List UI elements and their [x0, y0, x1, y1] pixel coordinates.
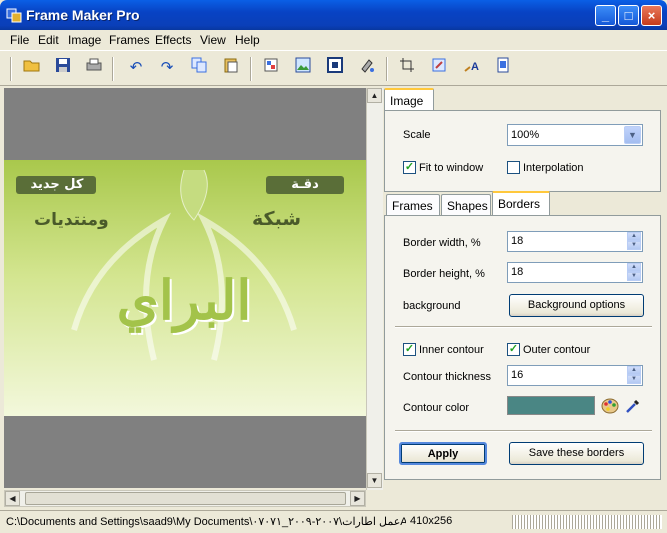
fill-icon[interactable] [356, 57, 378, 79]
eyedropper-icon[interactable] [624, 397, 642, 415]
image-tab-body: Scale 100% ▼ ✓ Fit to window Interpolati… [384, 110, 661, 192]
divider [395, 430, 652, 432]
undo-icon[interactable]: ↶ [125, 57, 147, 79]
image-logo-text: البراي [116, 268, 252, 332]
scroll-down-icon[interactable]: ▼ [367, 473, 382, 488]
resize-icon[interactable] [428, 57, 450, 79]
crop-icon[interactable] [396, 57, 418, 79]
resize-grip-icon[interactable] [512, 515, 662, 529]
contour-thickness-value: 16 [511, 369, 524, 381]
paste-icon[interactable] [220, 57, 242, 79]
contour-thickness-spinner[interactable]: 16 ▲ ▼ [507, 365, 643, 386]
image-canvas[interactable]: كل جديد دقـة ومنتديات شبكة البراي [4, 88, 366, 488]
image-tag-right: دقـة [291, 177, 319, 192]
spin-down-icon[interactable]: ▼ [627, 241, 641, 250]
redo-icon[interactable]: ↷ [156, 57, 178, 79]
save-icon[interactable] [52, 57, 74, 79]
open-folder-icon[interactable] [21, 57, 43, 79]
menu-effects[interactable]: Effects [155, 33, 191, 47]
border-height-value: 18 [511, 266, 524, 278]
menu-edit[interactable]: Edit [38, 33, 59, 47]
scale-value: 100% [511, 129, 540, 141]
text-icon[interactable]: A [460, 57, 482, 79]
inner-contour-checkbox[interactable]: ✓ [403, 343, 416, 356]
spin-up-icon[interactable]: ▲ [627, 366, 641, 375]
copy-icon[interactable] [188, 57, 210, 79]
minimize-button[interactable]: _ [595, 5, 616, 26]
palette-icon[interactable] [601, 397, 619, 415]
menu-file[interactable]: File [10, 33, 29, 47]
border-width-label: Border width, % [403, 237, 481, 249]
spin-down-icon[interactable]: ▼ [627, 272, 641, 281]
image-text-left: ومنتديات [34, 210, 109, 230]
settings-panel: Image Scale 100% ▼ ✓ Fit to window Inter… [384, 88, 663, 480]
borders-tab-body: Border width, % 18 ▲ ▼ Border height, % … [384, 215, 661, 480]
background-label: background [403, 300, 461, 312]
scale-dropdown[interactable]: 100% ▼ [507, 124, 643, 146]
scale-label: Scale [403, 129, 431, 141]
close-button[interactable]: × [641, 5, 662, 26]
svg-text:A: A [471, 61, 479, 73]
spin-down-icon[interactable]: ▼ [627, 375, 641, 384]
border-width-value: 18 [511, 235, 524, 247]
outer-contour-label[interactable]: Outer contour [523, 344, 590, 356]
frame-icon[interactable] [324, 57, 346, 79]
color-adjust-icon[interactable] [260, 57, 282, 79]
tab-shapes[interactable]: Shapes [441, 194, 491, 216]
border-height-label: Border height, % [403, 268, 485, 280]
contour-color-swatch[interactable] [507, 396, 595, 415]
menu-help[interactable]: Help [235, 33, 260, 47]
spin-up-icon[interactable]: ▲ [627, 232, 641, 241]
image-text-right: شبكة [252, 208, 302, 230]
app-icon [6, 8, 22, 23]
fit-to-window-checkbox[interactable]: ✓ [403, 161, 416, 174]
spin-up-icon[interactable]: ▲ [627, 263, 641, 272]
interpolation-label[interactable]: Interpolation [523, 162, 584, 174]
interpolation-checkbox[interactable] [507, 161, 520, 174]
image-tag-left: كل جديد [30, 177, 84, 192]
toolbar: ↶ ↷ A [0, 50, 667, 86]
status-dimensions: 410x256 [410, 515, 453, 527]
toolbar-separator [250, 57, 252, 81]
border-height-spinner[interactable]: 18 ▲ ▼ [507, 262, 643, 283]
page-icon[interactable] [492, 57, 514, 79]
save-borders-button[interactable]: Save these borders [509, 442, 644, 465]
print-icon[interactable] [83, 57, 105, 79]
scroll-left-icon[interactable]: ◀ [5, 491, 20, 506]
status-path: C:\Documents and Settings\saad9\My Docum… [6, 516, 406, 528]
menu-image[interactable]: Image [68, 33, 101, 47]
inner-contour-label[interactable]: Inner contour [419, 344, 484, 356]
divider [395, 326, 652, 328]
apply-button[interactable]: Apply [399, 442, 487, 465]
contour-thickness-label: Contour thickness [403, 371, 492, 383]
menu-view[interactable]: View [200, 33, 226, 47]
scroll-right-icon[interactable]: ▶ [350, 491, 365, 506]
outer-contour-checkbox[interactable]: ✓ [507, 343, 520, 356]
scroll-thumb[interactable] [25, 492, 346, 505]
toolbar-grip [10, 57, 12, 81]
tab-frames[interactable]: Frames [386, 194, 440, 216]
title-bar[interactable]: Frame Maker Pro _ □ × [0, 0, 667, 30]
window-title: Frame Maker Pro [26, 7, 140, 23]
border-width-spinner[interactable]: 18 ▲ ▼ [507, 231, 643, 252]
background-options-button[interactable]: Background options [509, 294, 644, 317]
scroll-up-icon[interactable]: ▲ [367, 88, 382, 103]
toolbar-separator [112, 57, 114, 81]
picture-icon[interactable] [292, 57, 314, 79]
horizontal-scrollbar[interactable]: ◀ ▶ [4, 490, 366, 507]
tab-borders[interactable]: Borders [492, 191, 550, 215]
tab-image[interactable]: Image [384, 88, 434, 112]
maximize-button[interactable]: □ [618, 5, 639, 26]
menu-frames[interactable]: Frames [109, 33, 150, 47]
status-bar: C:\Documents and Settings\saad9\My Docum… [0, 510, 667, 533]
contour-color-label: Contour color [403, 402, 470, 414]
menu-bar: File Edit Image Frames Effects View Help [0, 30, 667, 50]
chevron-down-icon[interactable]: ▼ [624, 126, 641, 144]
vertical-scrollbar[interactable]: ▲ ▼ [366, 88, 383, 490]
fit-to-window-label[interactable]: Fit to window [419, 162, 483, 174]
toolbar-separator [386, 57, 388, 81]
